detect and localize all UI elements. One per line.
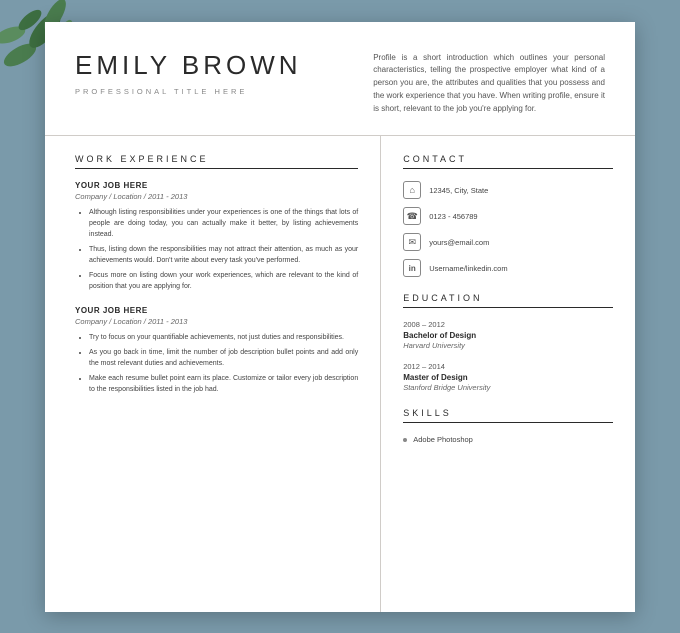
- contact-address: ⌂ 12345, City, State: [403, 181, 613, 199]
- page-background: EMILY BROWN PROFESSIONAL TITLE HERE Prof…: [0, 0, 680, 633]
- main-content: WORK EXPERIENCE YOUR JOB HERE Company / …: [45, 136, 635, 611]
- job-title-2: YOUR JOB HERE: [75, 306, 358, 315]
- email-icon: ✉: [403, 233, 421, 251]
- edu-year-1: 2008 – 2012: [403, 320, 613, 329]
- edu-school-1: Harvard University: [403, 341, 613, 350]
- skill-item-1: Adobe Photoshop: [403, 435, 613, 444]
- bullet-1-2: Thus, listing down the responsibilities …: [89, 245, 358, 267]
- contact-phone-text: 0123 - 456789: [429, 212, 477, 221]
- resume-card: EMILY BROWN PROFESSIONAL TITLE HERE Prof…: [45, 22, 635, 612]
- profile-text: Profile is a short introduction which ou…: [373, 50, 605, 116]
- edu-item-2: 2012 – 2014 Master of Design Stanford Br…: [403, 362, 613, 392]
- contact-email: ✉ yours@email.com: [403, 233, 613, 251]
- left-column: WORK EXPERIENCE YOUR JOB HERE Company / …: [45, 136, 381, 611]
- job-title-1: YOUR JOB HERE: [75, 181, 358, 190]
- job-bullets-2: Try to focus on your quantifiable achiev…: [75, 333, 358, 395]
- contact-linkedin-text: Username/linkedin.com: [429, 264, 507, 273]
- bullet-1-3: Focus more on listing down your work exp…: [89, 271, 358, 293]
- contact-address-text: 12345, City, State: [429, 186, 488, 195]
- edu-year-2: 2012 – 2014: [403, 362, 613, 371]
- work-experience-title: WORK EXPERIENCE: [75, 154, 358, 169]
- edu-item-1: 2008 – 2012 Bachelor of Design Harvard U…: [403, 320, 613, 350]
- skill-text-1: Adobe Photoshop: [413, 435, 473, 444]
- header-section: EMILY BROWN PROFESSIONAL TITLE HERE Prof…: [45, 22, 635, 137]
- bullet-2-1: Try to focus on your quantifiable achiev…: [89, 333, 358, 344]
- skills-title: SKILLS: [403, 408, 613, 423]
- skill-bullet-icon: [403, 438, 407, 442]
- edu-school-2: Stanford Bridge University: [403, 383, 613, 392]
- contact-title: CONTACT: [403, 154, 613, 169]
- candidate-title: PROFESSIONAL TITLE HERE: [75, 87, 353, 96]
- linkedin-icon: in: [403, 259, 421, 277]
- edu-degree-1: Bachelor of Design: [403, 331, 613, 340]
- header-left: EMILY BROWN PROFESSIONAL TITLE HERE: [75, 50, 353, 116]
- edu-degree-2: Master of Design: [403, 373, 613, 382]
- skills-section: SKILLS Adobe Photoshop: [403, 408, 613, 444]
- bullet-2-3: Make each resume bullet point earn its p…: [89, 374, 358, 396]
- contact-email-text: yours@email.com: [429, 238, 489, 247]
- job-bullets-1: Although listing responsibilities under …: [75, 208, 358, 292]
- candidate-name: EMILY BROWN: [75, 50, 353, 81]
- contact-linkedin: in Username/linkedin.com: [403, 259, 613, 277]
- bullet-1-1: Although listing responsibilities under …: [89, 208, 358, 241]
- phone-icon: ☎: [403, 207, 421, 225]
- contact-phone: ☎ 0123 - 456789: [403, 207, 613, 225]
- education-section: EDUCATION 2008 – 2012 Bachelor of Design…: [403, 293, 613, 392]
- bullet-2-2: As you go back in time, limit the number…: [89, 348, 358, 370]
- home-icon: ⌂: [403, 181, 421, 199]
- right-column: CONTACT ⌂ 12345, City, State ☎ 0123 - 45…: [381, 136, 635, 611]
- education-title: EDUCATION: [403, 293, 613, 308]
- job-subtitle-2: Company / Location / 2011 - 2013: [75, 317, 358, 326]
- job-subtitle-1: Company / Location / 2011 - 2013: [75, 192, 358, 201]
